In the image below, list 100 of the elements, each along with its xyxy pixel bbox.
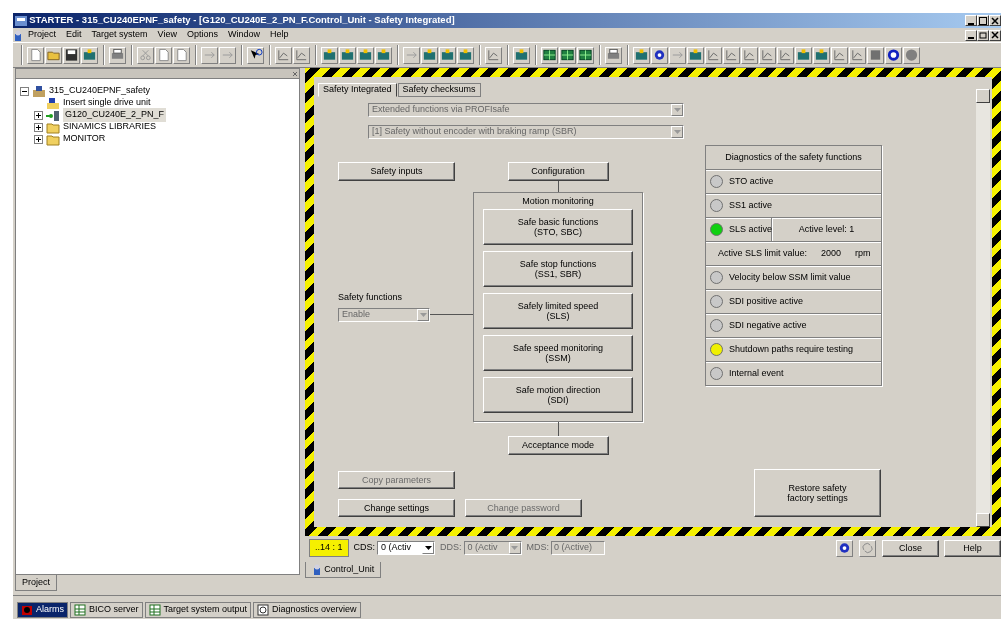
square-icon[interactable] [868, 47, 883, 63]
page-icon[interactable] [156, 47, 171, 63]
configuration-button[interactable]: Configuration [507, 162, 609, 181]
tree-item[interactable]: Insert single drive unit [63, 96, 151, 110]
menu-item[interactable]: Target system [86, 28, 153, 42]
table-title: Diagnostics of the safety functions [724, 151, 863, 164]
chart-icon[interactable] [706, 47, 721, 63]
device-icon[interactable] [796, 47, 811, 63]
function-button[interactable]: Safe basic functions (STO, SBC) [483, 209, 633, 245]
change-settings-button[interactable]: Change settings [338, 499, 455, 517]
window-tab[interactable]: Project [15, 575, 57, 591]
menu-item[interactable]: Help [264, 28, 294, 42]
alarm-icon [21, 604, 33, 616]
chart-icon[interactable] [486, 47, 501, 63]
function-button[interactable]: Safe speed monitoring (SSM) [483, 335, 633, 371]
status-label: SDI negative active [729, 318, 807, 332]
function-button[interactable]: Safe motion direction (SDI) [483, 377, 633, 413]
menu-item[interactable]: Window [222, 28, 265, 42]
dialog-button[interactable]: Close [882, 539, 939, 557]
device-icon[interactable] [82, 47, 97, 63]
window-title: STARTER - 315_CU240EPNF_safety - [G120_CU240E_2_PN_F.Control_Unit - Safety Integrated] [29, 13, 455, 28]
chart-icon[interactable] [294, 47, 309, 63]
tree-item[interactable]: G120_CU240E_2_PN_F [63, 108, 167, 122]
grid-icon[interactable] [560, 47, 575, 63]
tree-item[interactable]: 315_CU240EPNF_safety [49, 84, 151, 98]
plus-icon [35, 111, 42, 119]
window-tab[interactable]: Control_Unit [305, 562, 382, 578]
caret-icon [419, 312, 427, 317]
status-label: Internal event [729, 366, 784, 380]
close-icon[interactable] [990, 15, 1000, 26]
position-indicator: ..14 : 1 [309, 539, 349, 557]
taskbar-tab[interactable]: Target system output [144, 602, 252, 618]
device-icon[interactable] [358, 47, 373, 63]
tree-item[interactable]: MONITOR [63, 132, 106, 146]
folder-icon [46, 132, 60, 146]
group-title: Motion monitoring [521, 195, 595, 208]
status-label: Active SLS limit value: [718, 246, 808, 260]
plus-icon [35, 135, 42, 143]
chart-icon[interactable] [832, 47, 847, 63]
folder-icon [46, 96, 60, 110]
status-label: SS1 active [729, 198, 773, 212]
status-value: 2000 [821, 246, 842, 260]
device-icon[interactable] [422, 47, 437, 63]
chart-icon[interactable] [724, 47, 739, 63]
page-icon[interactable] [28, 47, 43, 63]
device-icon[interactable] [322, 47, 337, 63]
chart-icon[interactable] [850, 47, 865, 63]
status-label: STO active [729, 174, 774, 188]
restore-icon[interactable] [978, 30, 988, 40]
maximize-icon[interactable] [978, 15, 988, 26]
circle-icon[interactable] [904, 47, 919, 63]
device-icon[interactable] [340, 47, 355, 63]
status-label: Velocity below SSM limit value [729, 270, 851, 284]
caret-icon [424, 546, 432, 550]
field-label: MDS: [526, 541, 550, 555]
safety-inputs-button[interactable]: Safety inputs [338, 162, 455, 181]
device-icon[interactable] [634, 47, 649, 63]
menu-item[interactable]: Project [23, 28, 61, 42]
chart-icon[interactable] [742, 47, 757, 63]
chart-icon[interactable] [778, 47, 793, 63]
dropdown[interactable]: 0 (Activ [377, 541, 436, 555]
chart-icon[interactable] [760, 47, 775, 63]
drive-icon [46, 108, 60, 122]
motor-icon[interactable] [886, 47, 901, 63]
function-button[interactable]: Safe stop functions (SS1, SBR) [483, 251, 633, 287]
caret-icon [673, 108, 681, 112]
menu-item[interactable]: View [152, 28, 182, 42]
grid-icon[interactable] [542, 47, 557, 63]
taskbar-tab[interactable]: BICO server [70, 602, 143, 618]
scrollbar[interactable] [976, 89, 990, 527]
taskbar-tab[interactable]: Alarms [17, 602, 68, 618]
menu-item[interactable]: Options [181, 28, 223, 42]
device-icon[interactable] [514, 47, 529, 63]
dialog-button[interactable]: Help [944, 539, 1001, 557]
device-icon[interactable] [440, 47, 455, 63]
project-icon [32, 84, 46, 98]
tree-item[interactable]: SINAMICS LIBRARIES [63, 120, 157, 134]
chart-icon[interactable] [276, 47, 291, 63]
close-icon[interactable] [990, 30, 1000, 40]
menu-item[interactable]: Edit [61, 28, 87, 42]
folder-icon [46, 120, 60, 134]
caret-icon [673, 130, 681, 134]
diagnostics-icon [257, 604, 270, 616]
tab[interactable]: Safety checksums [397, 83, 481, 97]
tab[interactable]: Safety Integrated [318, 83, 397, 97]
grid-icon[interactable] [578, 47, 593, 63]
grid-icon [74, 604, 86, 616]
caret-icon [511, 546, 519, 550]
device-icon[interactable] [814, 47, 829, 63]
status-label: SDI positive active [729, 294, 804, 308]
device-icon[interactable] [458, 47, 473, 63]
device-icon[interactable] [376, 47, 391, 63]
function-button[interactable]: Safely limited speed (SLS) [483, 293, 633, 329]
acceptance-mode-button[interactable]: Acceptance mode [507, 436, 609, 455]
taskbar-tab[interactable]: Diagnostics overview [253, 602, 361, 618]
field-label: DDS: [440, 541, 462, 555]
page-icon[interactable] [174, 47, 189, 63]
restore-button[interactable]: Restore safety factory settings [754, 469, 881, 517]
device-icon[interactable] [688, 47, 703, 63]
app-icon [15, 15, 27, 26]
